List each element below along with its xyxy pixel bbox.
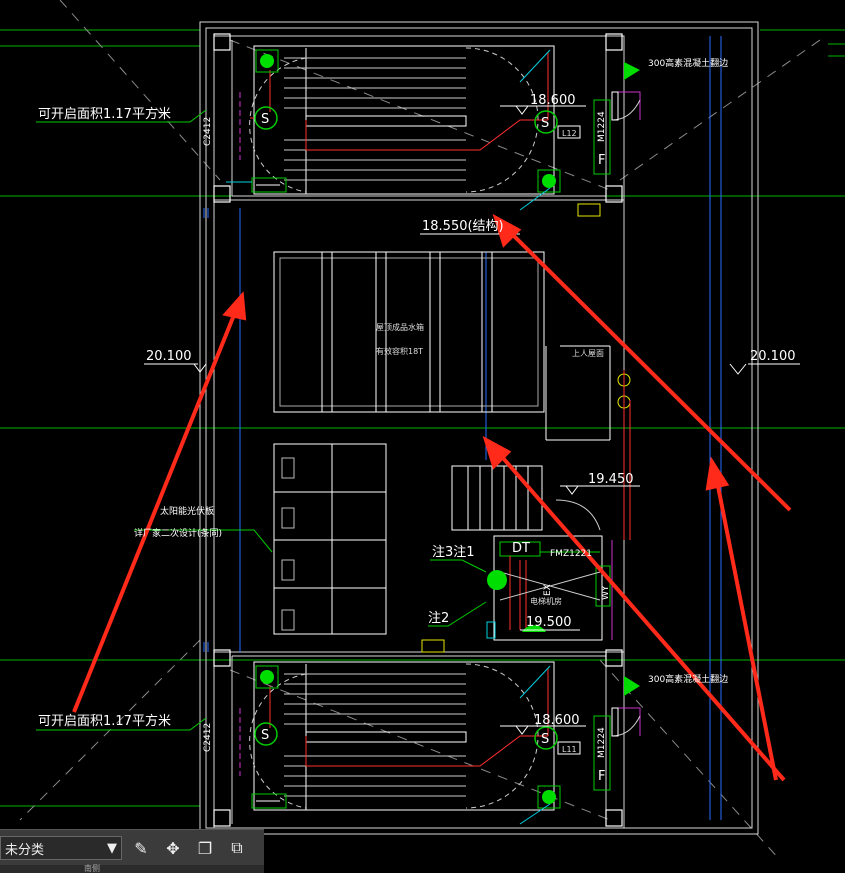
category-select[interactable]: 未分类 ▼ xyxy=(0,836,122,860)
label-wy: WY xyxy=(601,585,611,600)
stair-bottom xyxy=(239,661,641,825)
cad-drawing-canvas[interactable]: 可开启面积1.17平方米 可开启面积1.17平方米 300高素混凝土翻边 300… xyxy=(0,0,845,873)
label-solar-panel-note: 详厂家二次设计(条同) xyxy=(134,527,222,539)
label-dt: DT xyxy=(512,541,530,556)
label-roof-access: 上人屋面 xyxy=(572,349,604,358)
water-tank xyxy=(273,251,545,413)
tag-l12: L12 xyxy=(562,129,577,138)
label-elevator-room: 电梯机房 xyxy=(530,596,562,606)
edit-button[interactable]: ✎ xyxy=(128,835,154,861)
symbol-s: S xyxy=(261,112,269,127)
bottom-toolbar: 未分类 ▼ ✎ ✥ ❐ ⧉ xyxy=(0,829,264,866)
label-door-m1224-top: M1224 xyxy=(597,111,607,142)
symbol-s: S xyxy=(261,728,269,743)
label-water-tank-capacity: 有效容积18T xyxy=(376,346,423,356)
label-open-area-top: 可开启面积1.17平方米 xyxy=(38,106,171,122)
red-arrows xyxy=(72,213,792,782)
paste-button[interactable]: ⧉ xyxy=(224,835,250,861)
copy-icon: ❐ xyxy=(197,838,213,858)
solar-panels xyxy=(273,443,387,635)
label-concrete-sill-top: 300高素混凝土翻边 xyxy=(648,57,728,69)
chevron-down-icon: ▼ xyxy=(107,840,117,856)
columns xyxy=(213,33,623,827)
edit-icon: ✎ xyxy=(134,838,148,858)
stair-treads xyxy=(284,57,466,181)
elevation-20100-left: 20.100 xyxy=(146,349,192,364)
label-note-3-1: 注3注1 xyxy=(432,545,475,560)
bottom-strip: 南侧 xyxy=(0,865,264,873)
label-fmz: FMZ1221 xyxy=(550,549,592,559)
move-icon: ✥ xyxy=(166,838,180,858)
move-button[interactable]: ✥ xyxy=(160,835,186,861)
elevation-20100-right: 20.100 xyxy=(750,349,796,364)
label-window-c2412-top: C2412 xyxy=(203,117,213,146)
label-window-c2412-bottom: C2412 xyxy=(203,723,213,752)
label-note-2: 注2 xyxy=(428,611,449,626)
leader-lines xyxy=(36,109,600,731)
construction-lines xyxy=(19,0,821,861)
category-value: 未分类 xyxy=(5,842,45,858)
paste-icon: ⧉ xyxy=(231,838,243,857)
stair-top xyxy=(226,45,641,217)
label-solar-panel: 太阳能光伏板 xyxy=(160,505,214,517)
label-water-tank: 屋顶成品水箱 xyxy=(376,322,424,332)
drawing-text: 可开启面积1.17平方米 可开启面积1.17平方米 300高素混凝土翻边 300… xyxy=(38,57,796,784)
label-open-area-bottom: 可开启面积1.17平方米 xyxy=(38,713,171,729)
symbol-s: S xyxy=(541,116,549,131)
copy-button[interactable]: ❐ xyxy=(192,835,218,861)
elevation-18600-bottom: 18.600 xyxy=(534,713,580,728)
tag-l11: L11 xyxy=(562,745,577,754)
label-f-bottom: F xyxy=(598,769,605,784)
label-f-top: F xyxy=(598,153,605,168)
roof-access-walls xyxy=(545,345,611,441)
symbol-s: S xyxy=(541,732,549,747)
label-door-m1224-bottom: M1224 xyxy=(597,727,607,758)
elevation-19500: 19.500 xyxy=(526,615,572,630)
elevation-18550: 18.550(结构) xyxy=(422,219,504,234)
bottom-strip-text: 南侧 xyxy=(84,864,100,873)
label-concrete-sill-bottom: 300高素混凝土翻边 xyxy=(648,673,728,685)
elevation-18600-top: 18.600 xyxy=(530,93,576,108)
elevation-19450: 19.450 xyxy=(588,472,634,487)
label-ex: EX xyxy=(543,584,553,596)
grid-lines xyxy=(0,29,845,807)
